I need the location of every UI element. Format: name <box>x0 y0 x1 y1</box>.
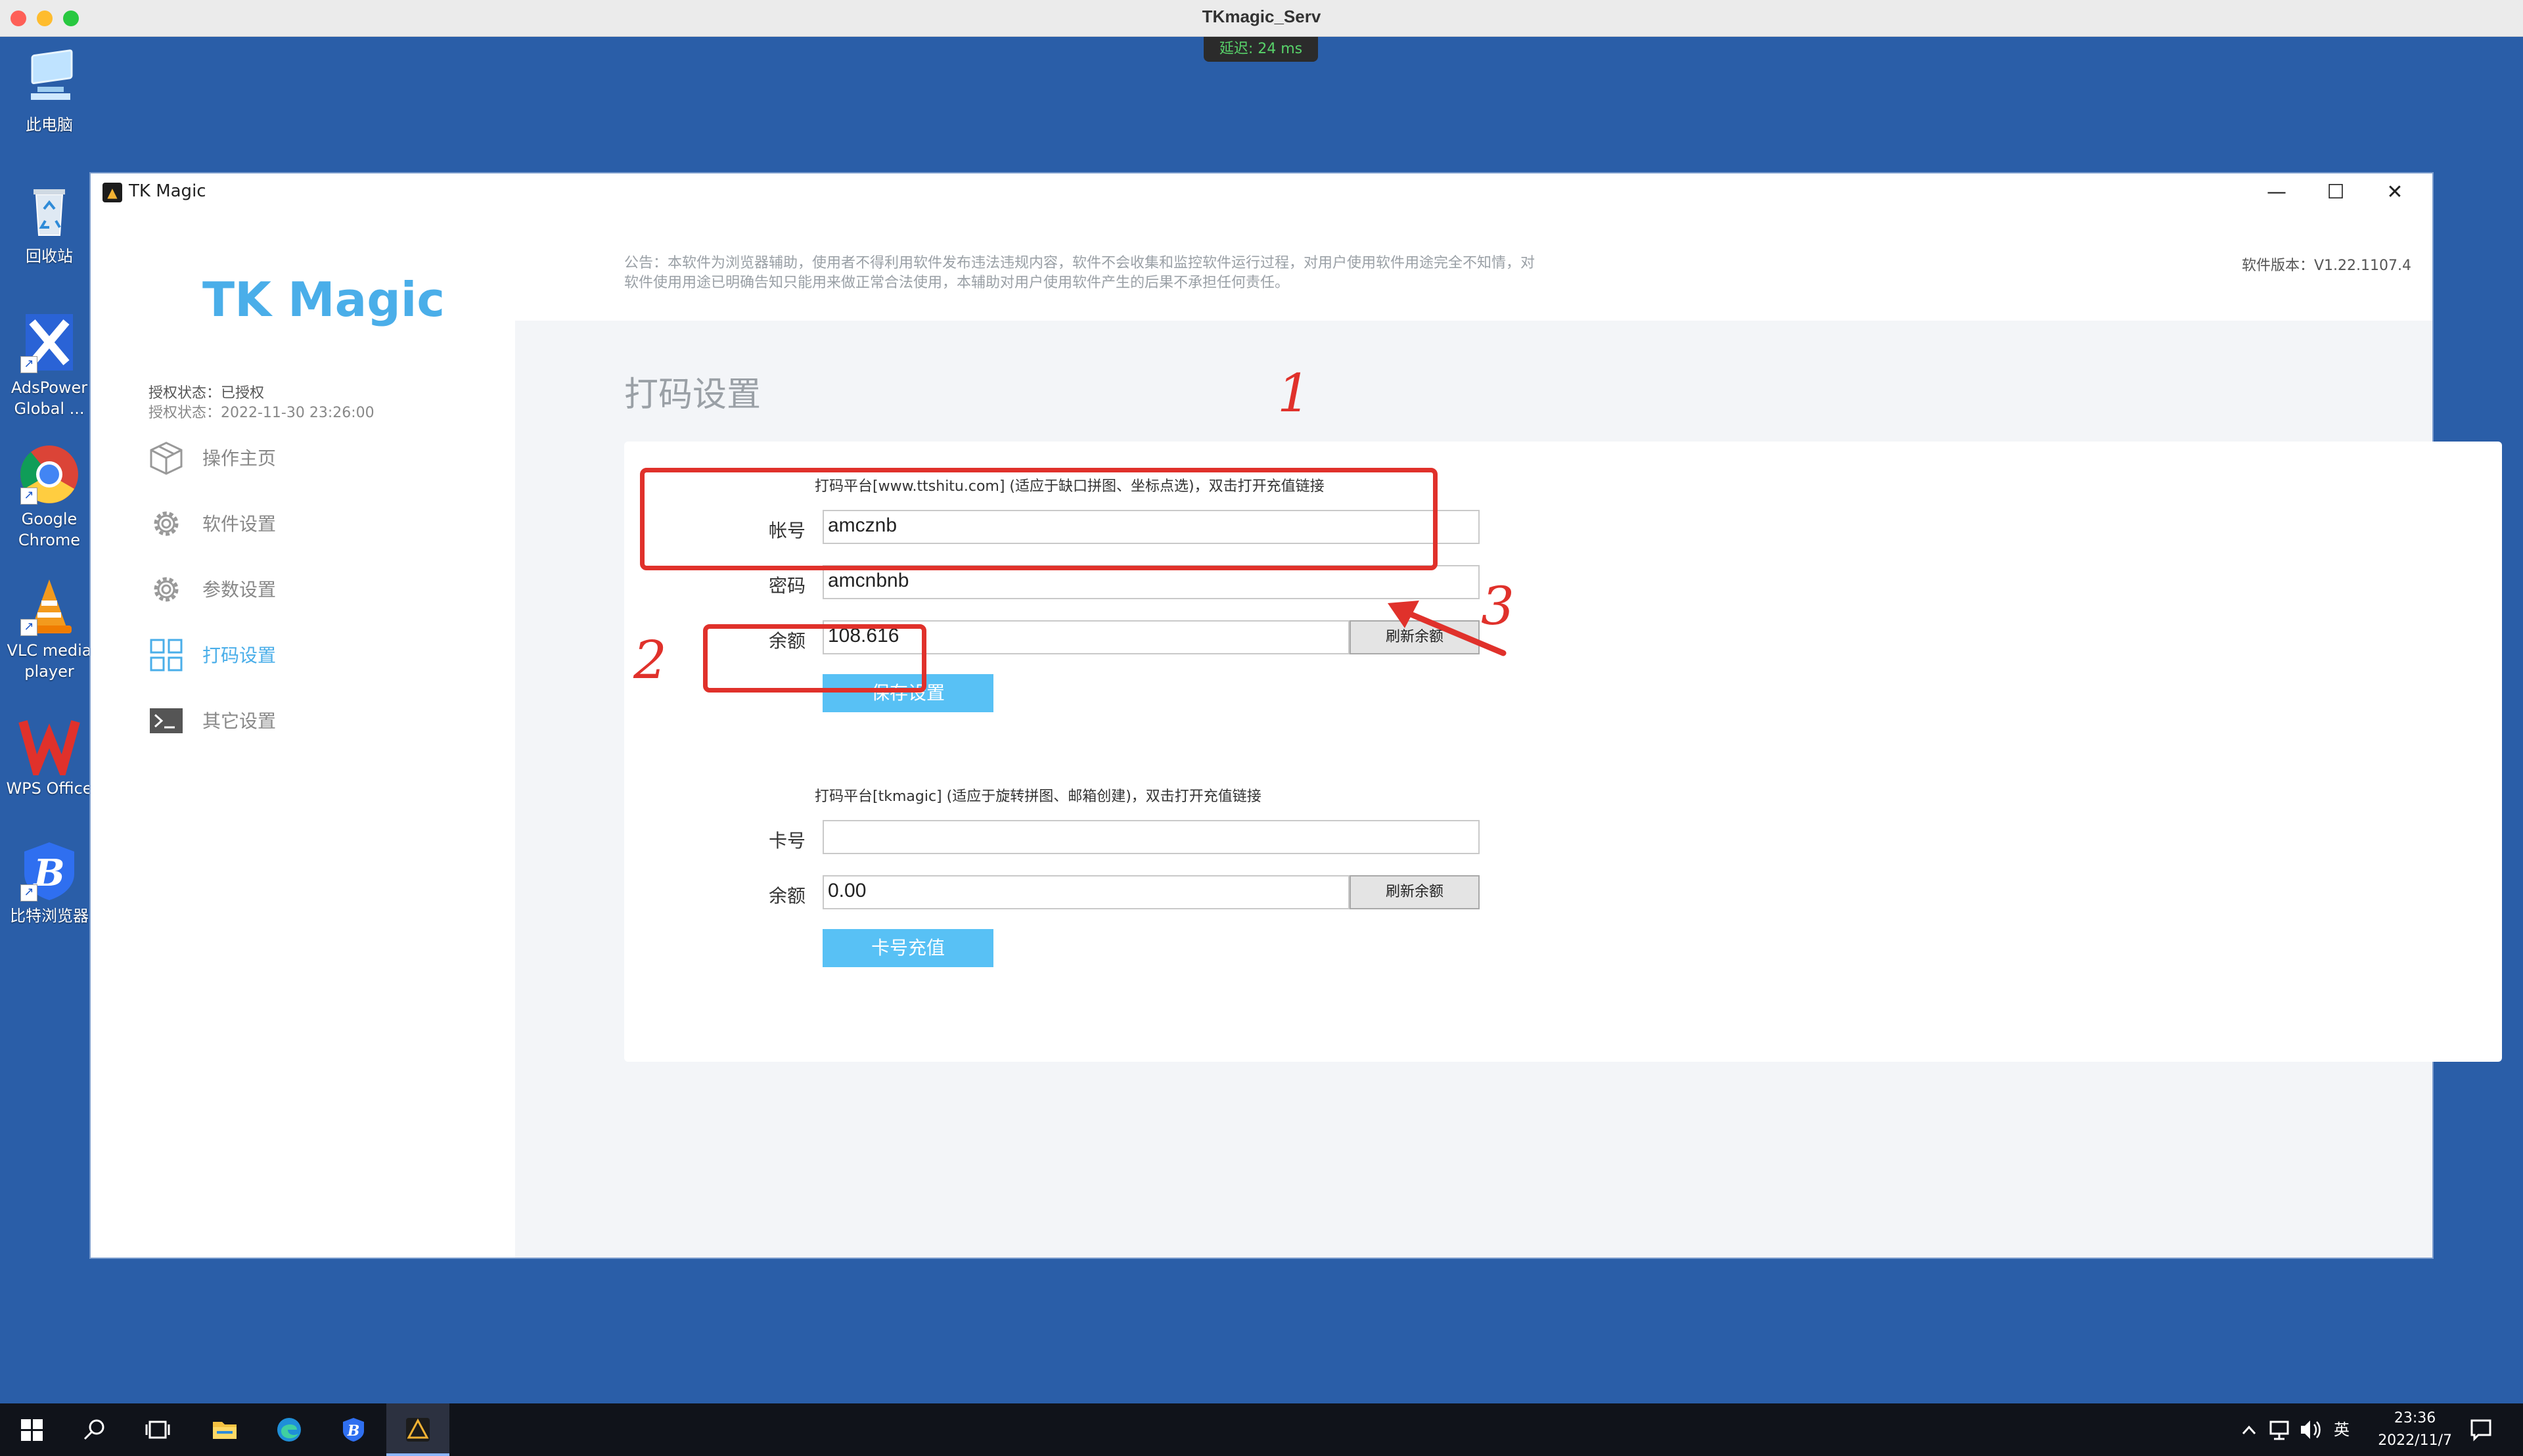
desktop-icon-chrome[interactable]: ↗ Google Chrome <box>0 443 99 551</box>
maximize-button[interactable]: ☐ <box>2313 176 2359 209</box>
vlc-cone-icon: ↗ <box>18 574 81 637</box>
grid-icon <box>148 637 184 673</box>
annotation-number-2: 2 <box>633 629 667 691</box>
chrome-icon: ↗ <box>18 443 81 506</box>
refresh-card-balance-button[interactable]: 刷新余额 <box>1350 875 1480 909</box>
card-balance-input[interactable]: 0.00 <box>823 875 1350 909</box>
cube-icon <box>148 440 184 476</box>
taskbar-search-button[interactable] <box>63 1403 126 1456</box>
taskbar-bitbrowser[interactable]: B <box>322 1403 385 1456</box>
taskbar-tkmagic[interactable] <box>386 1403 449 1456</box>
latency-badge: 延迟: 24 ms <box>1204 37 1318 62</box>
brand-logo-text: TK Magic <box>202 272 445 327</box>
tk-magic-window: ▲ TK Magic — ☐ ✕ TK Magic 授权状态：已授权 授权状态：… <box>89 172 2502 1259</box>
bitbrowser-icon: B ↗ <box>18 840 81 903</box>
shortcut-arrow-icon: ↗ <box>20 619 37 636</box>
notice-text: 公告：本软件为浏览器辅助，使用者不得利用软件发布违法违规内容，软件不会收集和监控… <box>624 255 1535 291</box>
svg-text:B: B <box>347 1422 360 1440</box>
file-explorer-icon <box>212 1417 238 1443</box>
windows-start-icon <box>18 1417 45 1443</box>
auth-info: 授权状态：已授权 授权状态：2022-11-30 23:26:00 <box>148 384 375 423</box>
tkmagic-app-icon: ▲ <box>102 183 122 202</box>
nav-item-home[interactable]: 操作主页 <box>148 434 464 480</box>
windows-taskbar: B 英 23:36 2022/11/7 <box>0 1403 2523 1456</box>
terminal-icon <box>148 703 184 739</box>
window-title: TK Magic <box>129 181 206 201</box>
password-label: 密码 <box>769 575 806 597</box>
bitbrowser-icon: B <box>340 1417 367 1443</box>
network-icon[interactable] <box>2268 1403 2290 1456</box>
sidebar: TK Magic 授权状态：已授权 授权状态：2022-11-30 23:26:… <box>91 212 515 1258</box>
gear-icon <box>148 506 184 541</box>
auth-expiry: 授权状态：2022-11-30 23:26:00 <box>148 405 375 421</box>
tray-show-hidden-icon[interactable] <box>2239 1403 2259 1456</box>
annotation-box-credentials <box>640 468 1438 570</box>
clock-time: 23:36 <box>2394 1410 2436 1426</box>
main-content: 公告：本软件为浏览器辅助，使用者不得利用软件发布违法违规内容，软件不会收集和监控… <box>515 212 2502 1258</box>
tkmagic-platform-hint[interactable]: 打码平台[tkmagic] (适应于旋转拼图、邮箱创建)，双击打开充值链接 <box>815 785 1262 806</box>
task-view-button[interactable] <box>126 1403 189 1456</box>
wps-icon <box>18 712 81 783</box>
volume-icon[interactable] <box>2298 1403 2322 1456</box>
auth-status: 授权状态：已授权 <box>148 385 265 401</box>
clock-date: 2022/11/7 <box>2378 1432 2452 1449</box>
computer-icon <box>18 49 81 112</box>
desktop-icon-wps[interactable]: WPS Office <box>0 712 99 799</box>
window-title-bar: ▲ TK Magic — ☐ ✕ <box>91 173 2432 212</box>
tkmagic-icon <box>405 1417 431 1443</box>
nav-item-software-settings[interactable]: 软件设置 <box>148 499 464 545</box>
header-strip: 公告：本软件为浏览器辅助，使用者不得利用软件发布违法违规内容，软件不会收集和监控… <box>515 212 2432 321</box>
nav-item-captcha-settings[interactable]: 打码设置 <box>148 631 464 677</box>
desktop-icon-recycle-bin[interactable]: 回收站 <box>0 180 99 267</box>
close-button[interactable]: ✕ <box>2372 176 2418 209</box>
minimize-button[interactable]: — <box>2254 176 2300 209</box>
page-title: 打码设置 <box>624 375 761 415</box>
search-icon <box>81 1417 108 1443</box>
remote-session-title: TKmagic_Serv <box>1202 7 1321 26</box>
task-view-icon <box>145 1417 171 1443</box>
desktop-icon-bitbrowser[interactable]: B ↗ 比特浏览器 <box>0 840 99 926</box>
edge-icon <box>276 1417 302 1443</box>
taskbar-edge[interactable] <box>258 1403 321 1456</box>
card-recharge-button[interactable]: 卡号充值 <box>823 929 993 967</box>
shortcut-arrow-icon: ↗ <box>20 884 37 901</box>
annotation-arrow-icon <box>1388 601 1507 656</box>
annotation-box-save <box>703 624 926 693</box>
ime-indicator[interactable]: 英 <box>2334 1403 2350 1456</box>
desktop-icon-adspower[interactable]: ↗ AdsPower Global ... <box>0 311 99 419</box>
shortcut-arrow-icon: ↗ <box>20 356 37 373</box>
card-number-label: 卡号 <box>769 830 806 852</box>
annotation-number-1: 1 <box>1277 363 1311 424</box>
card-number-input[interactable] <box>823 820 1480 854</box>
taskbar-file-explorer[interactable] <box>193 1403 256 1456</box>
start-button[interactable] <box>0 1403 63 1456</box>
nav-item-parameter-settings[interactable]: 参数设置 <box>148 565 464 611</box>
card-balance-label: 余额 <box>769 885 806 907</box>
recycle-bin-icon <box>18 180 81 243</box>
version-text: 软件版本：V1.22.1107.4 <box>2241 258 2411 274</box>
gear-icon <box>148 572 184 607</box>
mac-title-bar: TKmagic_Serv <box>0 0 2523 37</box>
adspower-icon: ↗ <box>18 311 81 375</box>
taskbar-clock[interactable]: 23:36 2022/11/7 <box>2378 1407 2452 1452</box>
notification-center-icon[interactable] <box>2468 1403 2494 1456</box>
shortcut-arrow-icon: ↗ <box>20 488 37 505</box>
nav-item-other-settings[interactable]: 其它设置 <box>148 696 464 742</box>
desktop-icon-vlc[interactable]: ↗ VLC media player <box>0 574 99 682</box>
desktop-icon-this-pc[interactable]: 此电脑 <box>0 49 99 135</box>
